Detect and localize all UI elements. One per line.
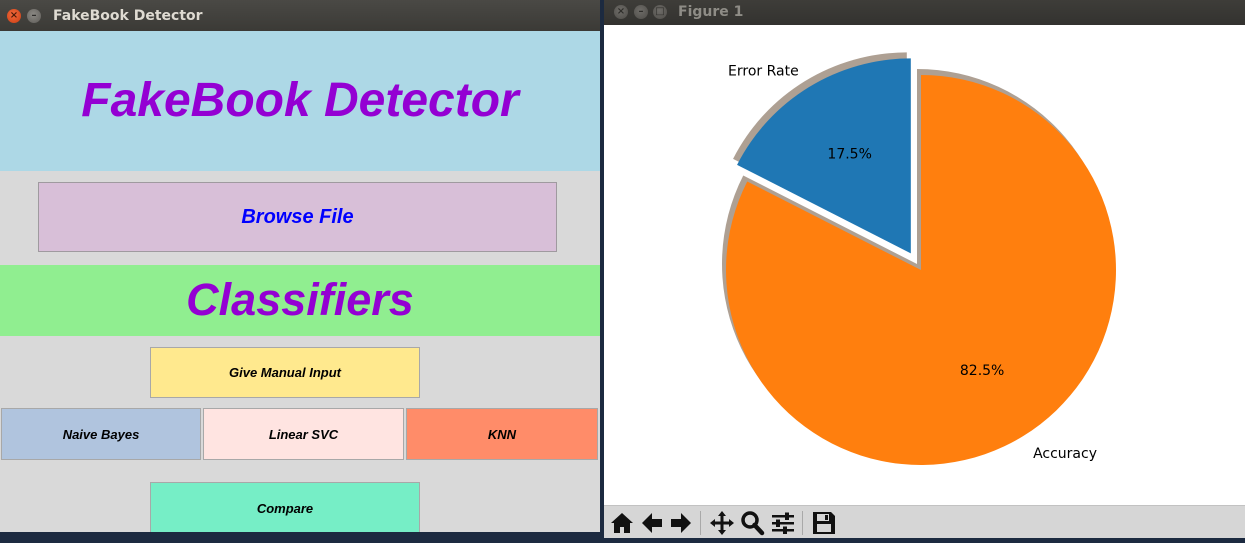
pan-icon[interactable] bbox=[709, 510, 735, 536]
forward-arrow-icon[interactable] bbox=[668, 510, 694, 536]
left-window-titlebar[interactable]: × – FakeBook Detector bbox=[0, 0, 600, 32]
back-arrow-icon[interactable] bbox=[639, 510, 665, 536]
pie-label: Accuracy bbox=[1033, 446, 1097, 462]
classifiers-heading: Classifiers bbox=[186, 274, 414, 325]
knn-button[interactable]: KNN bbox=[406, 408, 598, 460]
compare-button[interactable]: Compare bbox=[150, 482, 420, 532]
home-icon[interactable] bbox=[609, 510, 635, 536]
pie-label: Error Rate bbox=[728, 63, 799, 79]
pie-percent-label: 17.5% bbox=[827, 147, 871, 163]
figure-maximize-button[interactable]: □ bbox=[653, 5, 667, 19]
save-icon[interactable] bbox=[811, 510, 837, 536]
classifiers-section-header: Classifiers bbox=[0, 265, 600, 336]
configure-subplots-icon[interactable] bbox=[770, 510, 796, 536]
figure-title: Figure 1 bbox=[678, 4, 744, 20]
figure-titlebar[interactable]: × – □ Figure 1 bbox=[604, 0, 1245, 25]
close-window-button[interactable]: × bbox=[7, 9, 21, 23]
pie-chart: Error Rate 17.5% Accuracy 82.5% bbox=[722, 52, 1116, 465]
zoom-icon[interactable] bbox=[739, 510, 765, 536]
app-heading: FakeBook Detector bbox=[81, 74, 519, 127]
pie-percent-label: 82.5% bbox=[960, 363, 1004, 379]
give-manual-input-button[interactable]: Give Manual Input bbox=[150, 347, 420, 398]
browse-file-button[interactable]: Browse File bbox=[38, 182, 557, 252]
toolbar-separator bbox=[700, 511, 701, 535]
window-title: FakeBook Detector bbox=[53, 8, 203, 24]
minimize-window-button[interactable]: – bbox=[27, 9, 41, 23]
app-banner: FakeBook Detector bbox=[0, 31, 600, 171]
linear-svc-button[interactable]: Linear SVC bbox=[203, 408, 404, 460]
fakebook-detector-window: × – FakeBook Detector FakeBook Detector … bbox=[0, 0, 600, 532]
figure-toolbar bbox=[604, 505, 1245, 538]
naive-bayes-button[interactable]: Naive Bayes bbox=[1, 408, 201, 460]
figure-close-button[interactable]: × bbox=[614, 5, 628, 19]
figure-minimize-button[interactable]: – bbox=[634, 5, 648, 19]
toolbar-separator bbox=[802, 511, 803, 535]
figure-window: × – □ Figure 1 Error Rate 17.5% Accuracy 82… bbox=[604, 0, 1245, 538]
